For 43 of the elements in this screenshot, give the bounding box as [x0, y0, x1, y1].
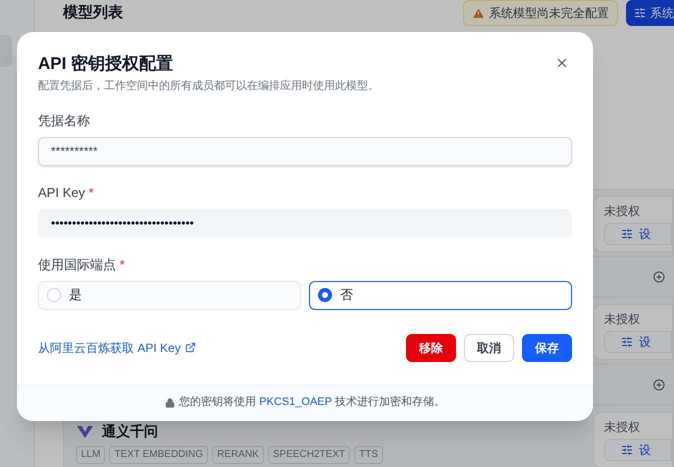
radio-icon [47, 288, 61, 302]
input-field[interactable]: •••••••••••••••••••••••••••••••••• [38, 208, 572, 238]
setup-button[interactable]: 设 [604, 331, 672, 353]
page-title: 模型列表 [63, 2, 124, 23]
field-label: API Key * [38, 184, 95, 202]
dialog-button[interactable]: 取消 [464, 334, 514, 362]
capability-tag: LLM [76, 446, 106, 464]
capability-tag: TTS [354, 446, 383, 464]
status-label: 未授权 [604, 311, 641, 327]
dialog-button[interactable]: 保存 [522, 334, 572, 362]
sliders-icon [621, 336, 633, 348]
close-button[interactable] [555, 56, 569, 70]
capability-tag: TEXT EMBEDDING [109, 446, 208, 464]
external-link-icon [184, 342, 196, 353]
radio-option[interactable]: 是 [38, 280, 301, 310]
radio-icon [318, 288, 332, 302]
radio-option[interactable]: 否 [309, 280, 572, 310]
sliders-icon [621, 444, 633, 456]
warning-badge: 系统模型尚未完全配置 [463, 0, 618, 26]
add-icon[interactable] [653, 378, 665, 390]
system-model-button[interactable]: 系统 [626, 0, 674, 26]
add-icon[interactable] [653, 270, 665, 282]
status-label: 未授权 [604, 419, 641, 435]
capability-tag: SPEECH2TEXT [268, 446, 350, 464]
provider-name: 通义千问 [102, 422, 158, 441]
dialog-button[interactable]: 移除 [406, 334, 456, 362]
sliders-icon [634, 7, 646, 19]
lock-icon [165, 398, 176, 408]
security-note: 您的密钥将使用 PKCS1_OAEP 技术进行加密和存储。 [179, 394, 445, 410]
warning-icon [472, 6, 485, 20]
field-label: 凭据名称 [38, 112, 91, 130]
status-label: 未授权 [604, 203, 641, 219]
help-link[interactable]: 从阿里云百炼获取 API Key [38, 338, 196, 356]
dialog-subtitle: 配置凭据后，工作空间中的所有成员都可以在编排应用时使用此模型。 [38, 78, 380, 94]
setup-button[interactable]: 设 [604, 439, 672, 461]
provider-logo-icon [76, 424, 94, 440]
dialog-title: API 密钥授权配置 [38, 53, 174, 75]
setup-button[interactable]: 设 [604, 223, 672, 245]
sliders-icon [621, 228, 633, 240]
capability-tag: RERANK [212, 446, 264, 464]
input-field[interactable]: ********** [38, 136, 572, 166]
encryption-link[interactable]: PKCS1_OAEP [259, 396, 332, 408]
field-label: 使用国际端点 * [38, 256, 126, 274]
